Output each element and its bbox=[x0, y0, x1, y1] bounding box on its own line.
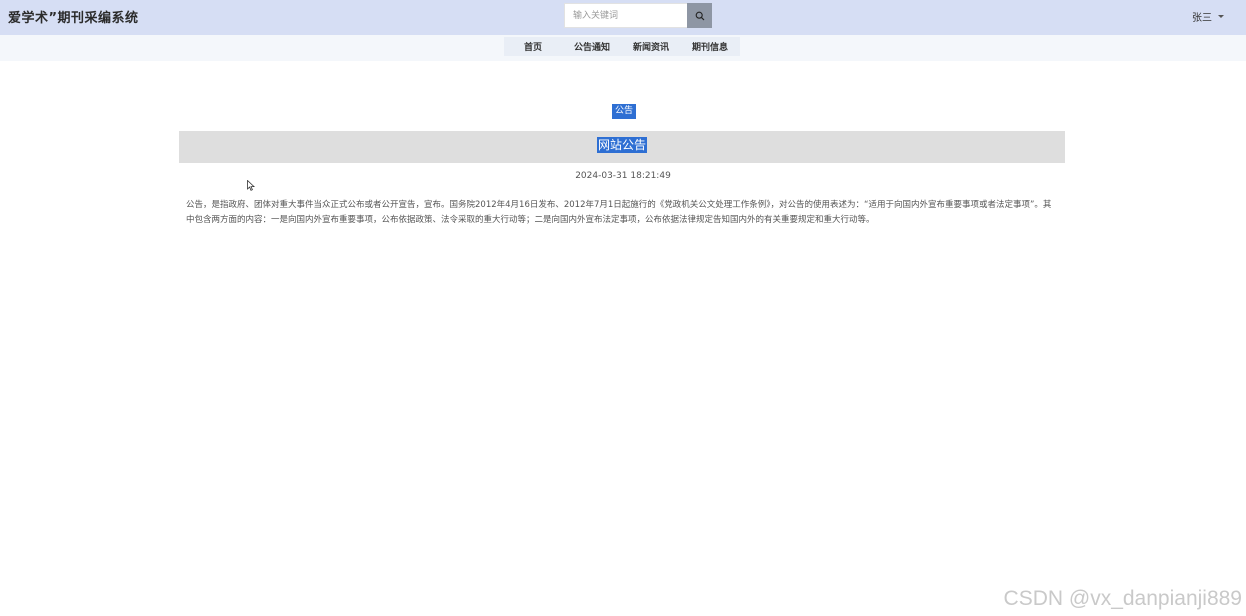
nav-bar: 首页 公告通知 新闻资讯 期刊信息 bbox=[0, 35, 1246, 61]
app-title: 爱学术”期刊采编系统 bbox=[8, 11, 139, 26]
search-button[interactable] bbox=[687, 3, 712, 28]
article-body: 公告，是指政府、团体对重大事件当众正式公布或者公开宣告，宣布。国务院2012年4… bbox=[186, 200, 1052, 225]
user-name: 张三 bbox=[1192, 13, 1212, 24]
article-category: 公告 bbox=[612, 104, 637, 119]
nav-item-announcements[interactable]: 公告通知 bbox=[562, 40, 622, 53]
search-icon bbox=[695, 11, 704, 20]
article-title: 网站公告 bbox=[597, 137, 648, 153]
article-date: 2024-03-31 18:21:49 bbox=[575, 171, 671, 181]
nav-item-news[interactable]: 新闻资讯 bbox=[622, 40, 680, 53]
mouse-cursor-icon bbox=[247, 180, 255, 191]
search-box bbox=[564, 3, 712, 28]
nav-item-home[interactable]: 首页 bbox=[504, 40, 562, 53]
main-nav: 首页 公告通知 新闻资讯 期刊信息 bbox=[504, 37, 740, 56]
user-menu[interactable]: 张三 bbox=[1192, 9, 1224, 24]
caret-down-icon bbox=[1218, 15, 1224, 18]
watermark: CSDN @vx_danpianji889 bbox=[1003, 587, 1242, 610]
search-input[interactable] bbox=[564, 3, 687, 28]
top-bar: 爱学术”期刊采编系统 张三 bbox=[0, 0, 1246, 35]
nav-item-journal-info[interactable]: 期刊信息 bbox=[680, 40, 740, 53]
